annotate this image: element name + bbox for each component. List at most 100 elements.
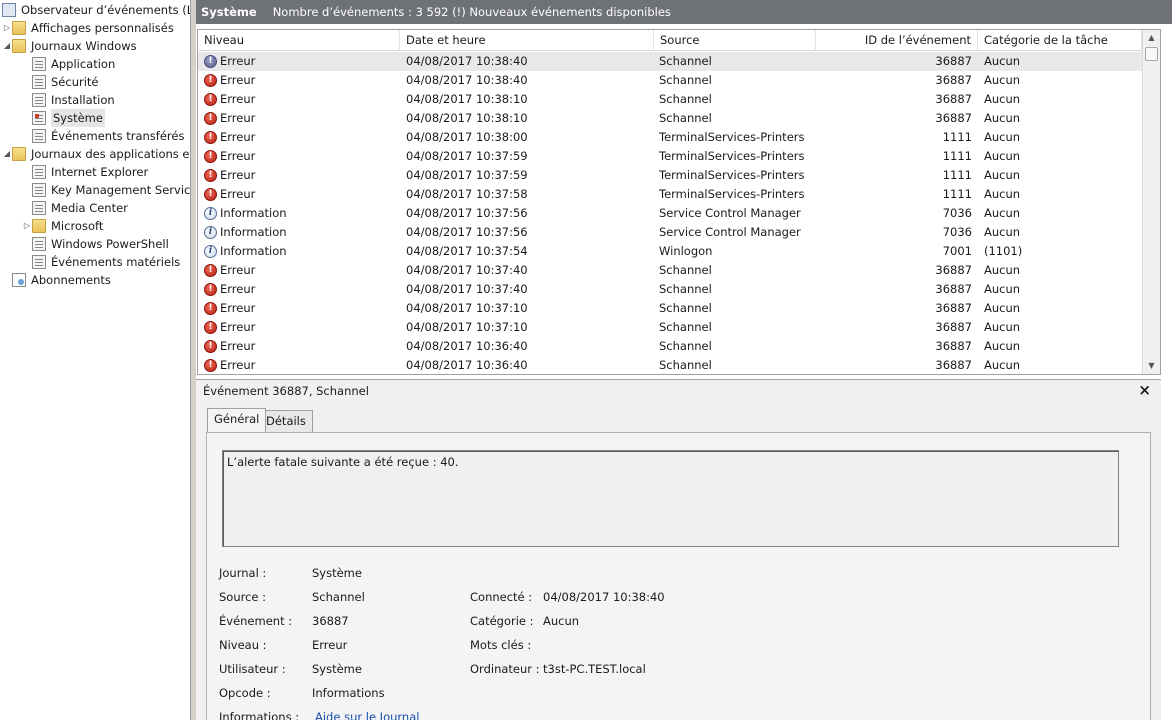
scroll-up-icon[interactable]: ▲ bbox=[1143, 30, 1160, 46]
cell-level-text: Erreur bbox=[220, 187, 256, 201]
cell-level: ! Erreur bbox=[198, 356, 398, 374]
cell-date: 04/08/2017 10:37:10 bbox=[406, 301, 528, 315]
tree-item-windows_children-0[interactable]: Application bbox=[22, 55, 115, 73]
collapse-arrow-icon[interactable]: ◢ bbox=[2, 145, 12, 163]
column-header-level[interactable]: Niveau bbox=[198, 30, 400, 51]
cell-level: i Information bbox=[198, 204, 398, 223]
table-row[interactable]: ! Erreur 04/08/2017 10:37:10 Schannel 36887 A… bbox=[198, 318, 1142, 337]
tree-item-app_children-1[interactable]: Key Management Service bbox=[22, 181, 190, 199]
cell-source: Schannel bbox=[659, 282, 712, 296]
collapse-arrow-icon[interactable]: ◢ bbox=[2, 37, 12, 55]
table-row[interactable]: i Information 04/08/2017 10:37:56 Service C… bbox=[198, 223, 1142, 242]
column-header-task-category[interactable]: Catégorie de la tâche bbox=[978, 30, 1142, 51]
tree-item-windows_children-4[interactable]: Événements transférés bbox=[22, 127, 184, 145]
cell-category: Aucun bbox=[984, 111, 1021, 125]
cell-level: ! Erreur bbox=[198, 147, 398, 166]
information-icon: i bbox=[204, 226, 217, 239]
cell-source: Schannel bbox=[659, 54, 712, 68]
table-row[interactable]: ! Erreur 04/08/2017 10:36:40 Schannel 36887 A… bbox=[198, 356, 1142, 374]
cell-event-id: 36887 bbox=[935, 301, 972, 315]
cell-date: 04/08/2017 10:38:40 bbox=[406, 54, 528, 68]
error-icon: ! bbox=[204, 93, 217, 106]
expand-arrow-icon[interactable]: ▷ bbox=[2, 19, 12, 37]
scroll-thumb[interactable] bbox=[1145, 47, 1158, 61]
tab-general[interactable]: Général bbox=[207, 408, 267, 432]
error-icon: ! bbox=[204, 321, 217, 334]
label-event: Événement : bbox=[219, 614, 293, 628]
error-icon: ! bbox=[204, 283, 217, 296]
cell-source: Service Control Manager bbox=[659, 206, 801, 220]
cell-level-text: Erreur bbox=[220, 320, 256, 334]
error-icon: ! bbox=[204, 169, 217, 182]
tree-subscriptions[interactable]: Abonnements bbox=[2, 271, 111, 289]
cell-level-text: Information bbox=[220, 206, 287, 220]
tree-item-label: Media Center bbox=[51, 201, 128, 215]
tree-item-app_children-2[interactable]: Media Center bbox=[22, 199, 128, 217]
log-icon bbox=[32, 57, 46, 71]
tree-item-app_children-5[interactable]: Événements matériels bbox=[22, 253, 180, 271]
tree-item-label: Windows PowerShell bbox=[51, 237, 169, 251]
tree-item-app_children-0[interactable]: Internet Explorer bbox=[22, 163, 148, 181]
table-row[interactable]: i Information 04/08/2017 10:37:56 Service C… bbox=[198, 204, 1142, 223]
tree-item-windows_children-2[interactable]: Installation bbox=[22, 91, 115, 109]
cell-source: Schannel bbox=[659, 263, 712, 277]
table-row[interactable]: ! Erreur 04/08/2017 10:37:10 Schannel 36887 A… bbox=[198, 299, 1142, 318]
log-icon bbox=[32, 165, 46, 179]
cell-date: 04/08/2017 10:37:40 bbox=[406, 282, 528, 296]
tab-details[interactable]: Détails bbox=[259, 410, 313, 432]
table-row[interactable]: ! Erreur 04/08/2017 10:37:40 Schannel 36887 A… bbox=[198, 280, 1142, 299]
table-row[interactable]: ! Erreur 04/08/2017 10:38:10 Schannel 36887 A… bbox=[198, 109, 1142, 128]
cell-date: 04/08/2017 10:36:40 bbox=[406, 358, 528, 372]
table-row[interactable]: ! Erreur 04/08/2017 10:38:10 Schannel 36887 A… bbox=[198, 90, 1142, 109]
tree-custom-views[interactable]: ▷ Affichages personnalisés bbox=[2, 19, 174, 37]
cell-category: Aucun bbox=[984, 92, 1021, 106]
tree-root[interactable]: Observateur d’événements (Local) bbox=[2, 1, 190, 19]
cell-source: TerminalServices-Printers bbox=[659, 187, 805, 201]
log-icon bbox=[32, 255, 46, 269]
table-row[interactable]: ! Erreur 04/08/2017 10:37:58 TerminalServic… bbox=[198, 185, 1142, 204]
cell-event-id: 36887 bbox=[935, 282, 972, 296]
tree-item-app_children-3[interactable]: ▷ Microsoft bbox=[22, 217, 103, 235]
expand-arrow-icon[interactable]: ▷ bbox=[22, 217, 32, 235]
table-row[interactable]: ! Erreur 04/08/2017 10:37:59 TerminalServic… bbox=[198, 166, 1142, 185]
error-icon: ! bbox=[204, 150, 217, 163]
value-source: Schannel bbox=[312, 590, 365, 604]
tree-item-windows_children-3[interactable]: Système bbox=[22, 109, 105, 127]
tree-item-label: Microsoft bbox=[51, 219, 104, 233]
table-row[interactable]: ! Erreur 04/08/2017 10:37:59 TerminalServic… bbox=[198, 147, 1142, 166]
cell-level-text: Erreur bbox=[220, 92, 256, 106]
cell-level-text: Information bbox=[220, 244, 287, 258]
label-keywords: Mots clés : bbox=[470, 638, 532, 652]
cell-level: ! Erreur bbox=[198, 299, 398, 318]
tree-item-app_children-4[interactable]: Windows PowerShell bbox=[22, 235, 169, 253]
cell-date: 04/08/2017 10:37:59 bbox=[406, 149, 528, 163]
cell-level-text: Erreur bbox=[220, 282, 256, 296]
table-row[interactable]: ! Erreur 04/08/2017 10:36:40 Schannel 36887 A… bbox=[198, 337, 1142, 356]
tree-item-windows_children-1[interactable]: Sécurité bbox=[22, 73, 99, 91]
cell-level-text: Erreur bbox=[220, 149, 256, 163]
table-row[interactable]: ! Erreur 04/08/2017 10:38:40 Schannel 36887 A… bbox=[198, 52, 1142, 71]
table-row[interactable]: ! Erreur 04/08/2017 10:38:00 TerminalServic… bbox=[198, 128, 1142, 147]
log-header: Système Nombre d’événements : 3 592 (!) … bbox=[196, 0, 1172, 24]
cell-date: 04/08/2017 10:37:56 bbox=[406, 206, 528, 220]
cell-date: 04/08/2017 10:37:58 bbox=[406, 187, 528, 201]
cell-source: Schannel bbox=[659, 92, 712, 106]
table-row[interactable]: ! Erreur 04/08/2017 10:38:40 Schannel 36887 A… bbox=[198, 71, 1142, 90]
vertical-scrollbar[interactable]: ▲ ▼ bbox=[1142, 30, 1160, 374]
column-header-event-id[interactable]: ID de l’événement bbox=[816, 30, 978, 51]
tree-app-logs[interactable]: ◢ Journaux des applications et de servic… bbox=[2, 145, 190, 163]
table-row[interactable]: i Information 04/08/2017 10:37:54 Winlogon 7… bbox=[198, 242, 1142, 261]
cell-date: 04/08/2017 10:37:10 bbox=[406, 320, 528, 334]
help-link[interactable]: Aide sur le Journal bbox=[315, 710, 419, 720]
tree-windows-logs[interactable]: ◢ Journaux Windows bbox=[2, 37, 137, 55]
scroll-down-icon[interactable]: ▼ bbox=[1143, 358, 1160, 374]
table-row[interactable]: ! Erreur 04/08/2017 10:37:40 Schannel 36887 A… bbox=[198, 261, 1142, 280]
column-header-source[interactable]: Source bbox=[654, 30, 816, 51]
column-header-date[interactable]: Date et heure bbox=[400, 30, 654, 51]
close-icon[interactable]: × bbox=[1138, 381, 1151, 399]
cell-event-id: 1111 bbox=[942, 168, 972, 182]
error-icon: ! bbox=[204, 74, 217, 87]
log-icon bbox=[32, 93, 46, 107]
event-message[interactable]: L’alerte fatale suivante a été reçue : 4… bbox=[222, 450, 1119, 547]
cell-level: ! Erreur bbox=[198, 261, 398, 280]
